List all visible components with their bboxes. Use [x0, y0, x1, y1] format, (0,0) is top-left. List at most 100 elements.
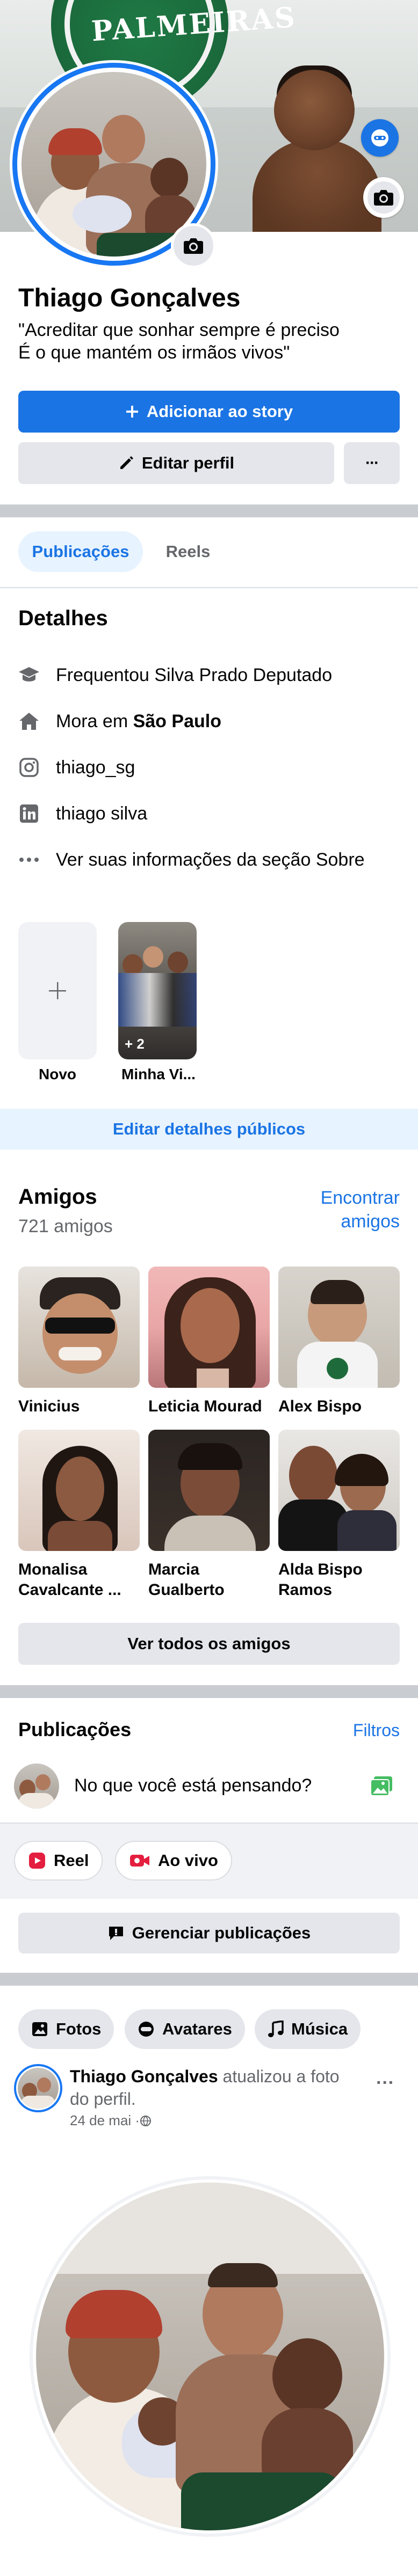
highlight-album-card[interactable]: + 2	[118, 922, 197, 1059]
post-header-text: Thiago Gonçalves atualizou a foto do per…	[70, 2065, 371, 2110]
detail-location-prefix: Mora em	[56, 711, 133, 731]
photo-icon	[32, 2022, 47, 2036]
profile-name: Thiago Gonçalves	[18, 284, 241, 312]
graduation-cap-icon	[19, 667, 39, 682]
post-meta: 24 de mai ·	[70, 2112, 152, 2129]
photos-chip[interactable]: Fotos	[18, 2009, 114, 2049]
friends-title: Amigos	[18, 1185, 97, 1209]
photo-gallery-button[interactable]	[370, 1775, 393, 1799]
filters-link[interactable]: Filtros	[322, 1721, 400, 1740]
edit-profile-button[interactable]: Editar perfil	[18, 442, 334, 484]
detail-education[interactable]: Frequentou Silva Prado Deputado	[18, 659, 332, 691]
bio-line-2: É o que mantém os irmãos vivos"	[18, 342, 290, 363]
photos-chip-label: Fotos	[56, 2019, 102, 2038]
music-note-icon	[268, 2021, 284, 2037]
home-icon	[19, 713, 39, 730]
cover-camera-button[interactable]	[363, 177, 404, 218]
post-action-text-a: atualizou a foto	[218, 2067, 340, 2086]
find-friends-line2: amigos	[341, 1211, 400, 1232]
add-to-story-label: Adicionar ao story	[146, 402, 293, 421]
friend-name[interactable]: Marcia Gualberto	[148, 1560, 272, 1600]
live-video-icon	[130, 1855, 149, 1867]
new-highlight-card[interactable]	[18, 922, 97, 1059]
music-chip[interactable]: Música	[255, 2009, 361, 2049]
details-title: Detalhes	[18, 606, 108, 630]
more-dots-icon: ···	[365, 454, 379, 472]
edit-public-details-button[interactable]: Editar detalhes públicos	[0, 1109, 418, 1150]
composer-avatar[interactable]	[14, 1763, 59, 1809]
friend-photo[interactable]	[278, 1267, 400, 1388]
post-date[interactable]: 24 de mai ·	[70, 2112, 140, 2129]
pencil-icon	[120, 456, 133, 469]
avatar-face-icon	[139, 2022, 154, 2037]
plus-icon	[49, 982, 66, 999]
tabs-divider	[0, 587, 418, 588]
plus-icon	[126, 406, 138, 418]
avatar-face-icon	[371, 129, 388, 147]
instagram-icon	[19, 758, 39, 777]
highlight-album-label: Minha Vi...	[121, 1066, 196, 1082]
manage-posts-button[interactable]: Gerenciar publicações	[18, 1913, 400, 1953]
avatar-shortcut-button[interactable]	[361, 119, 399, 157]
avatars-chip-label: Avatares	[162, 2019, 232, 2038]
friend-photo[interactable]	[18, 1430, 140, 1551]
edit-public-details-label: Editar detalhes públicos	[112, 1119, 306, 1138]
post-photo-family	[36, 2183, 384, 2530]
detail-linkedin-text: thiago silva	[56, 803, 148, 824]
tab-label: Reels	[165, 542, 211, 561]
section-divider	[0, 1973, 418, 1986]
manage-posts-label: Gerenciar publicações	[132, 1923, 311, 1942]
see-all-friends-label: Ver todos os amigos	[127, 1634, 291, 1653]
reel-label: Reel	[54, 1851, 89, 1870]
reel-button[interactable]: Reel	[14, 1841, 103, 1880]
detail-location[interactable]: Mora em São Paulo	[18, 705, 221, 737]
detail-education-text: Frequentou Silva Prado Deputado	[56, 664, 333, 685]
avatars-chip[interactable]: Avatares	[125, 2009, 245, 2049]
bio-line-1: "Acreditar que sonhar sempre é preciso	[18, 320, 340, 340]
chat-bubble-icon	[109, 1927, 123, 1940]
section-divider	[0, 504, 418, 517]
detail-see-about[interactable]: Ver suas informações da seção Sobre	[18, 844, 365, 876]
edit-profile-label: Editar perfil	[141, 453, 235, 472]
friend-name[interactable]: Leticia Mourad	[148, 1396, 272, 1417]
see-all-friends-button[interactable]: Ver todos os amigos	[18, 1623, 400, 1665]
friend-name[interactable]: Monalisa Cavalcante ...	[18, 1560, 142, 1600]
friend-photo[interactable]	[278, 1430, 400, 1551]
globe-icon	[140, 2115, 152, 2126]
detail-location-city[interactable]: São Paulo	[133, 711, 221, 731]
detail-linkedin[interactable]: thiago silva	[18, 797, 147, 830]
more-actions-button[interactable]: ···	[344, 442, 400, 484]
camera-icon	[184, 238, 203, 254]
linkedin-icon	[20, 804, 38, 823]
friend-photo[interactable]	[18, 1267, 140, 1388]
tab-publicacoes[interactable]: Publicações	[18, 531, 143, 572]
friend-name[interactable]: Alda Bispo Ramos	[278, 1560, 402, 1600]
find-friends-line1: Encontrar	[320, 1188, 400, 1208]
photo-icon	[370, 1776, 392, 1796]
add-to-story-button[interactable]: Adicionar ao story	[18, 391, 400, 433]
tab-reels[interactable]: Reels	[156, 531, 220, 572]
camera-icon	[374, 190, 393, 206]
friend-photo[interactable]	[148, 1267, 270, 1388]
section-divider	[0, 1685, 418, 1698]
detail-instagram-text: thiago_sg	[56, 757, 135, 778]
new-highlight-label: Novo	[39, 1066, 76, 1082]
post-author-avatar[interactable]	[14, 2064, 62, 2112]
album-count: + 2	[125, 1036, 145, 1052]
post-more-button[interactable]: ···	[376, 2073, 394, 2094]
friends-count: 721 amigos	[18, 1216, 113, 1236]
post-author-name[interactable]: Thiago Gonçalves	[70, 2067, 218, 2086]
detail-instagram[interactable]: thiago_sg	[18, 751, 135, 784]
friend-name[interactable]: Vinicius	[18, 1396, 142, 1417]
posts-title: Publicações	[18, 1718, 132, 1740]
composer-input[interactable]: No que você está pensando?	[74, 1775, 312, 1796]
post-action-text-b: do perfil.	[70, 2089, 136, 2109]
find-friends-link[interactable]: Encontrar amigos	[301, 1186, 400, 1233]
friend-photo[interactable]	[148, 1430, 270, 1551]
profile-camera-button[interactable]	[171, 223, 216, 268]
reel-icon	[29, 1853, 45, 1869]
friend-name[interactable]: Alex Bispo	[278, 1396, 402, 1417]
live-label: Ao vivo	[158, 1851, 218, 1870]
live-button[interactable]: Ao vivo	[115, 1841, 232, 1880]
post-image[interactable]	[30, 2176, 391, 2537]
